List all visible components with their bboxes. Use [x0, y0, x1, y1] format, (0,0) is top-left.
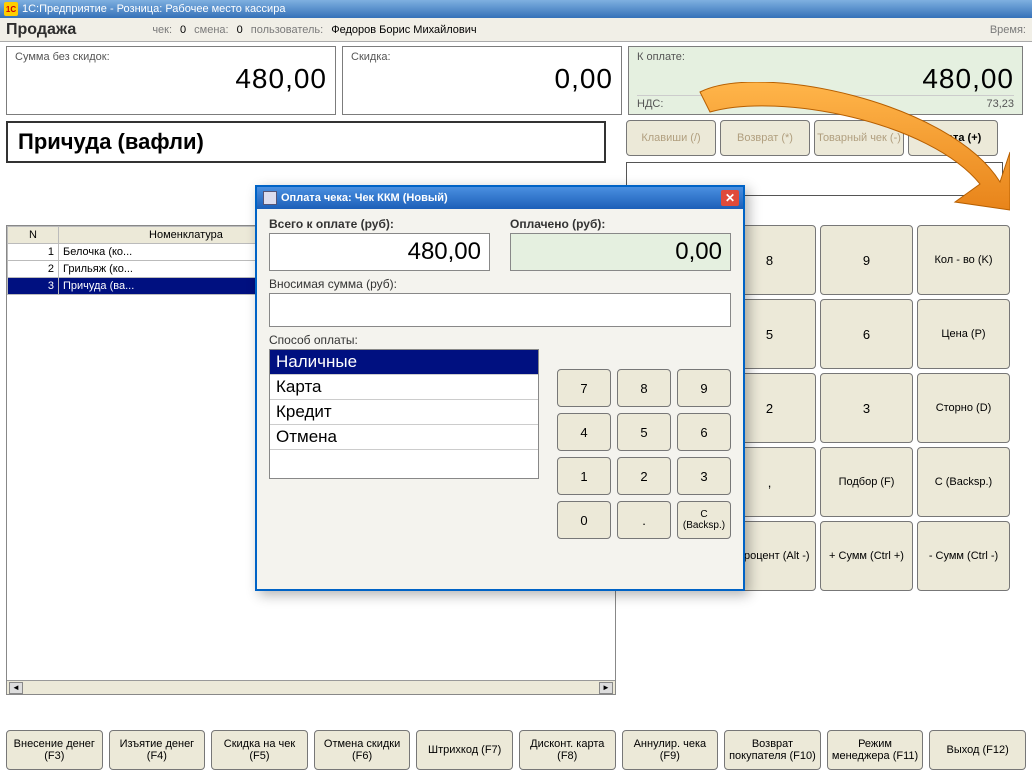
mnum-3[interactable]: 3: [677, 457, 731, 495]
shift-no: 0: [237, 24, 243, 36]
shift-label: смена:: [194, 24, 228, 36]
f4-button[interactable]: Изъятие денег (F4): [109, 730, 206, 770]
current-product-panel: Причуда (вафли): [6, 121, 606, 163]
receipt-button[interactable]: Товарный чек (-): [814, 120, 904, 156]
app-icon: 1C: [4, 2, 18, 16]
mnum-4[interactable]: 4: [557, 413, 611, 451]
key-price[interactable]: Цена (P): [917, 299, 1010, 369]
modal-close-button[interactable]: ✕: [721, 190, 739, 206]
key-sum-plus[interactable]: + Сумм (Ctrl +): [820, 521, 913, 591]
key-storno[interactable]: Сторно (D): [917, 373, 1010, 443]
payment-method-option[interactable]: Карта: [270, 375, 538, 400]
payment-modal: Оплата чека: Чек ККМ (Новый) ✕ Всего к о…: [255, 185, 745, 591]
mode-label: Продажа: [6, 21, 76, 39]
payment-method-list[interactable]: НаличныеКартаКредитОтмена: [269, 349, 539, 479]
method-label: Способ оплаты:: [269, 333, 539, 347]
mnum-7[interactable]: 7: [557, 369, 611, 407]
nds-value: 73,23: [986, 98, 1014, 110]
paid-label: Оплачено (руб):: [510, 217, 731, 231]
key-6[interactable]: 6: [820, 299, 913, 369]
check-label: чек:: [152, 24, 172, 36]
paid-value: 0,00: [510, 233, 731, 271]
mnum-1[interactable]: 1: [557, 457, 611, 495]
key-backspace[interactable]: C (Backsp.): [917, 447, 1010, 517]
f12-button[interactable]: Выход (F12): [929, 730, 1026, 770]
f7-button[interactable]: Штрихкод (F7): [416, 730, 513, 770]
modal-numpad: 7 8 9 4 5 6 1 2 3 0 . C (Backsp.): [557, 369, 731, 539]
user-name: Федоров Борис Михайлович: [331, 24, 476, 36]
mnum-dot[interactable]: .: [617, 501, 671, 539]
mnum-2[interactable]: 2: [617, 457, 671, 495]
footer-bar: Внесение денег (F3) Изъятие денег (F4) С…: [6, 730, 1026, 770]
keys-button[interactable]: Клавиши (/): [626, 120, 716, 156]
amount-input-label: Вносимая сумма (руб):: [269, 277, 731, 291]
calculator-icon: [263, 191, 277, 205]
sum-no-discount-panel: Сумма без скидок: 480,00: [6, 46, 336, 115]
amount-input[interactable]: [269, 293, 731, 327]
user-label: пользователь:: [251, 24, 324, 36]
key-9[interactable]: 9: [820, 225, 913, 295]
sum-no-discount-label: Сумма без скидок:: [15, 51, 327, 63]
total-label: Всего к оплате (руб):: [269, 217, 490, 231]
modal-title-text: Оплата чека: Чек ККМ (Новый): [281, 192, 448, 204]
current-product-name: Причуда (вафли): [18, 129, 594, 155]
mnum-8[interactable]: 8: [617, 369, 671, 407]
payment-method-option[interactable]: Кредит: [270, 400, 538, 425]
discount-panel: Скидка: 0,00: [342, 46, 622, 115]
discount-value: 0,00: [351, 63, 613, 95]
payment-method-option[interactable]: Отмена: [270, 425, 538, 450]
col-n[interactable]: N: [8, 227, 59, 244]
total-value: 480,00: [269, 233, 490, 271]
to-pay-value: 480,00: [637, 63, 1014, 95]
modal-titlebar[interactable]: Оплата чека: Чек ККМ (Новый) ✕: [257, 187, 743, 209]
mnum-0[interactable]: 0: [557, 501, 611, 539]
mnum-5[interactable]: 5: [617, 413, 671, 451]
mnum-backspace[interactable]: C (Backsp.): [677, 501, 731, 539]
key-podbor[interactable]: Подбор (F): [820, 447, 913, 517]
f10-button[interactable]: Возврат покупателя (F10): [724, 730, 821, 770]
mnum-6[interactable]: 6: [677, 413, 731, 451]
header-bar: Продажа чек: 0 смена: 0 пользователь: Фе…: [0, 18, 1032, 42]
f8-button[interactable]: Дисконт. карта (F8): [519, 730, 616, 770]
scroll-right-icon[interactable]: ►: [599, 682, 613, 694]
key-3[interactable]: 3: [820, 373, 913, 443]
f11-button[interactable]: Режим менеджера (F11): [827, 730, 924, 770]
return-button[interactable]: Возврат (*): [720, 120, 810, 156]
time-label: Время:: [990, 24, 1026, 36]
check-no: 0: [180, 24, 186, 36]
key-qty[interactable]: Кол - во (K): [917, 225, 1010, 295]
window-titlebar: 1C 1С:Предприятие - Розница: Рабочее мес…: [0, 0, 1032, 18]
f5-button[interactable]: Скидка на чек (F5): [211, 730, 308, 770]
f6-button[interactable]: Отмена скидки (F6): [314, 730, 411, 770]
discount-label: Скидка:: [351, 51, 613, 63]
to-pay-panel: К оплате: 480,00 НДС: 73,23: [628, 46, 1023, 115]
key-sum-minus[interactable]: - Сумм (Ctrl -): [917, 521, 1010, 591]
nds-label: НДС:: [637, 98, 663, 110]
payment-method-option[interactable]: Наличные: [270, 350, 538, 375]
app-title: 1С:Предприятие - Розница: Рабочее место …: [22, 3, 285, 15]
f9-button[interactable]: Аннулир. чека (F9): [622, 730, 719, 770]
pay-button[interactable]: Оплата (+): [908, 120, 998, 156]
to-pay-label: К оплате:: [637, 51, 1014, 63]
mnum-9[interactable]: 9: [677, 369, 731, 407]
scroll-left-icon[interactable]: ◄: [9, 682, 23, 694]
f3-button[interactable]: Внесение денег (F3): [6, 730, 103, 770]
sum-no-discount-value: 480,00: [15, 63, 327, 95]
horizontal-scrollbar[interactable]: ◄ ►: [7, 680, 615, 694]
